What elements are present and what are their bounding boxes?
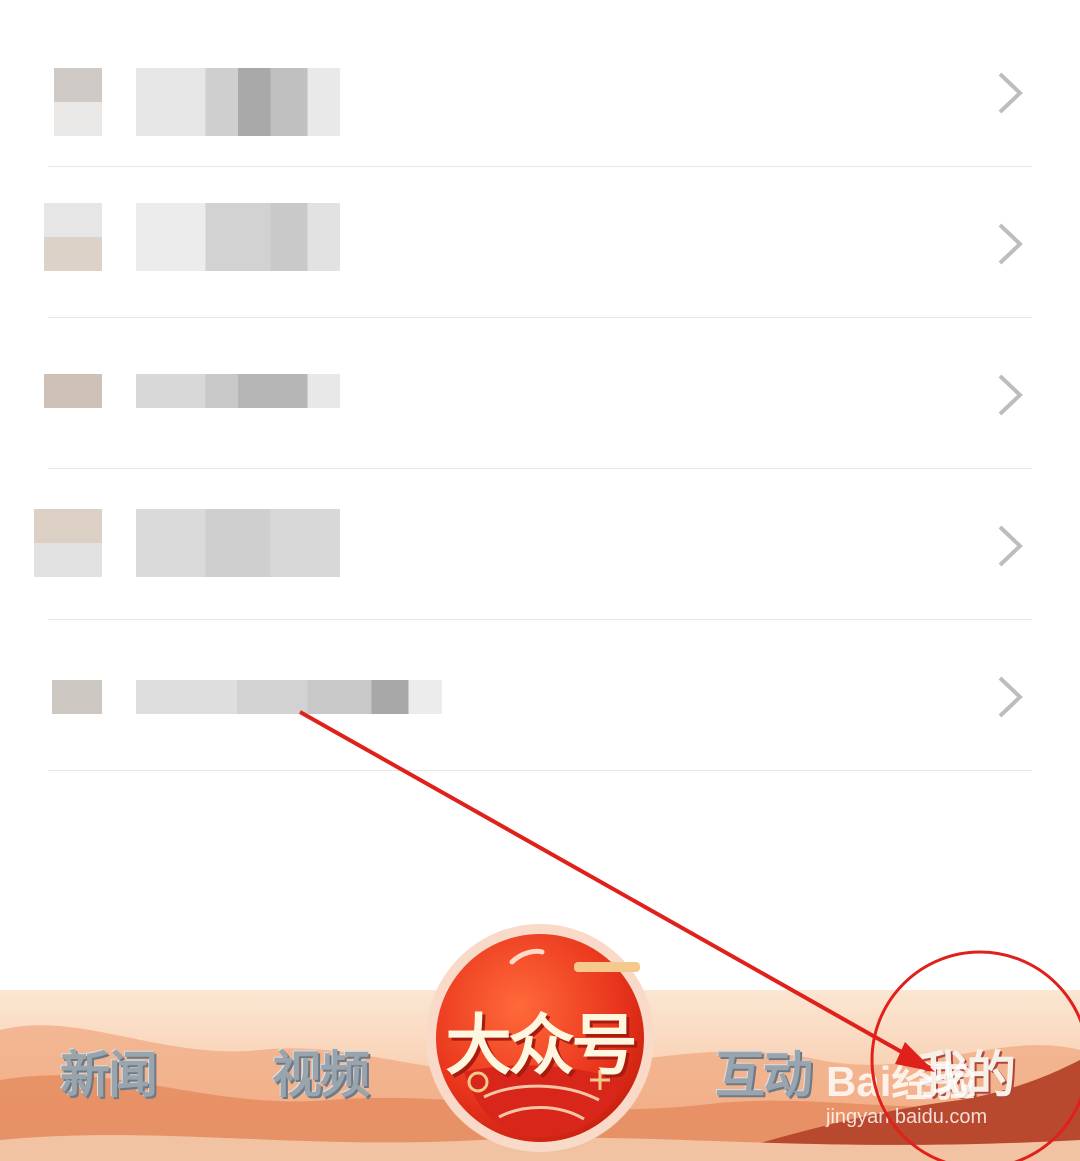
pixelated-icon <box>44 203 102 271</box>
list-item-label <box>48 16 49 17</box>
list-item[interactable] <box>48 620 1032 771</box>
pixelated-text <box>136 374 340 408</box>
list-item[interactable] <box>48 16 1032 167</box>
pixelated-text <box>136 68 340 136</box>
tab-interact[interactable]: 互动 <box>715 1035 813 1107</box>
watermark-brand: Bai经验 <box>826 1058 976 1105</box>
list-item-label <box>48 167 49 168</box>
baidu-jingyan-watermark: Bai经验 jingyan.baidu.com <box>826 1060 1036 1130</box>
pixelated-icon <box>44 374 102 408</box>
pixelated-text <box>136 680 442 714</box>
list-item-label <box>48 318 49 319</box>
center-button-label: 大众号 <box>445 1007 638 1084</box>
list-item-label <box>48 620 49 621</box>
pixelated-icon <box>52 680 102 714</box>
pixelated-icon <box>34 509 102 577</box>
list-item[interactable] <box>44 167 1032 318</box>
chevron-right-icon <box>998 374 1023 416</box>
chevron-right-icon <box>998 676 1023 718</box>
chevron-right-icon <box>998 223 1023 265</box>
list-item-label <box>48 469 49 470</box>
pixelated-text <box>136 509 340 577</box>
chevron-right-icon <box>998 525 1023 567</box>
chevron-right-icon <box>998 72 1023 114</box>
tab-video[interactable]: 视频 <box>272 1035 370 1107</box>
watermark-url: jingyan.baidu.com <box>826 1106 988 1128</box>
list-item[interactable] <box>34 469 1032 620</box>
pixelated-icon <box>54 68 102 136</box>
pixelated-text <box>136 203 340 271</box>
tab-news[interactable]: 新闻 <box>60 1035 158 1107</box>
dazhonghao-center-button[interactable]: 大众号 <box>424 922 656 1154</box>
list-item[interactable] <box>44 318 1032 469</box>
